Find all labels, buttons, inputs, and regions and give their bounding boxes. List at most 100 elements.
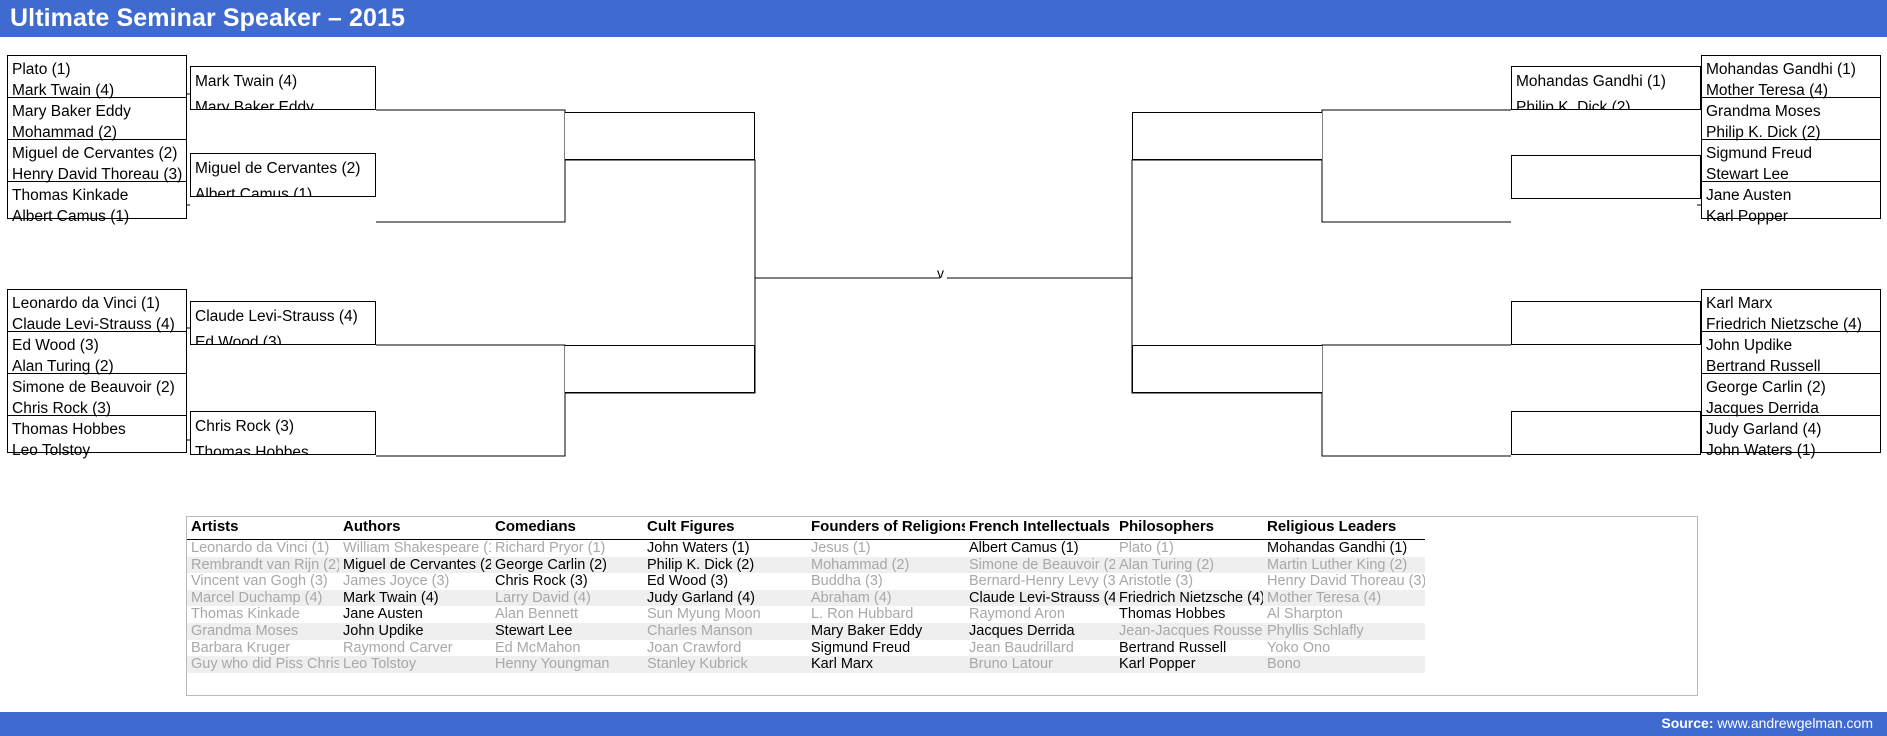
table-cell[interactable]: Larry David (4) bbox=[491, 589, 643, 607]
bracket-entry[interactable]: Miguel de Cervantes (2) bbox=[12, 146, 177, 162]
table-cell[interactable]: Marcel Duchamp (4) bbox=[187, 589, 339, 607]
table-cell[interactable]: Ed McMahon bbox=[491, 639, 643, 657]
table-cell[interactable]: Mohandas Gandhi (1) bbox=[1263, 540, 1425, 557]
table-cell[interactable]: Phyllis Schlafly bbox=[1263, 622, 1425, 640]
table-cell[interactable]: Abraham (4) bbox=[807, 589, 965, 607]
table-cell[interactable]: Friedrich Nietzsche (4) bbox=[1115, 589, 1263, 607]
table-cell[interactable]: Richard Pryor (1) bbox=[491, 540, 643, 557]
bracket-entry[interactable]: Albert Camus (1) bbox=[12, 209, 129, 225]
table-cell[interactable]: John Waters (1) bbox=[643, 540, 807, 557]
table-cell[interactable]: Jean-Jacques Rousseau bbox=[1115, 622, 1263, 640]
bracket-entry[interactable]: Leo Tolstoy bbox=[12, 443, 90, 459]
bracket-entry[interactable]: Ed Wood (3) bbox=[195, 335, 282, 344]
table-cell[interactable]: Chris Rock (3) bbox=[491, 573, 643, 590]
table-cell[interactable]: Mohammad (2) bbox=[807, 556, 965, 574]
table-cell[interactable]: Stanley Kubrick bbox=[643, 656, 807, 673]
table-cell[interactable]: Leonardo da Vinci (1) bbox=[187, 540, 339, 557]
table-cell[interactable]: Judy Garland (4) bbox=[643, 589, 807, 607]
table-cell[interactable]: Thomas Kinkade bbox=[187, 606, 339, 623]
left-round2-match-4[interactable]: Chris Rock (3) Thomas Hobbes bbox=[190, 411, 376, 455]
table-cell[interactable]: Aristotle (3) bbox=[1115, 573, 1263, 590]
bracket-entry[interactable]: Thomas Hobbes bbox=[195, 445, 309, 454]
bracket-entry[interactable]: Plato (1) bbox=[12, 62, 71, 78]
table-cell[interactable]: Raymond Carver bbox=[339, 639, 491, 657]
right-round2-match-2[interactable] bbox=[1511, 155, 1701, 199]
table-cell[interactable]: Sun Myung Moon bbox=[643, 606, 807, 623]
bracket-entry[interactable]: Karl Marx bbox=[1706, 296, 1772, 312]
table-cell[interactable]: Jacques Derrida bbox=[965, 622, 1115, 640]
table-cell[interactable]: Miguel de Cervantes (2) bbox=[339, 556, 491, 574]
table-cell[interactable]: Alan Bennett bbox=[491, 606, 643, 623]
table-cell[interactable]: William Shakespeare (1) bbox=[339, 540, 491, 557]
bracket-entry[interactable]: Chris Rock (3) bbox=[195, 419, 294, 435]
table-cell[interactable]: Mark Twain (4) bbox=[339, 589, 491, 607]
table-cell[interactable]: Bono bbox=[1263, 656, 1425, 673]
bracket-entry[interactable]: Mohandas Gandhi (1) bbox=[1706, 62, 1856, 78]
table-cell[interactable]: Ed Wood (3) bbox=[643, 573, 807, 590]
bracket-entry[interactable]: Thomas Hobbes bbox=[12, 422, 126, 438]
table-cell[interactable]: Charles Manson bbox=[643, 622, 807, 640]
table-cell[interactable]: Rembrandt van Rijn (2) bbox=[187, 556, 339, 574]
bracket-entry[interactable]: Mark Twain (4) bbox=[195, 74, 297, 90]
bracket-entry[interactable]: Simone de Beauvoir (2) bbox=[12, 380, 175, 396]
table-cell[interactable]: Jane Austen bbox=[339, 606, 491, 623]
right-round2-match-1[interactable]: Mohandas Gandhi (1) Philip K. Dick (2) bbox=[1511, 66, 1701, 110]
table-cell[interactable]: George Carlin (2) bbox=[491, 556, 643, 574]
table-cell[interactable]: Jean Baudrillard bbox=[965, 639, 1115, 657]
table-cell[interactable]: Buddha (3) bbox=[807, 573, 965, 590]
table-cell[interactable]: Mother Teresa (4) bbox=[1263, 589, 1425, 607]
bracket-entry[interactable]: Miguel de Cervantes (2) bbox=[195, 161, 360, 177]
table-cell[interactable]: Guy who did Piss Christ bbox=[187, 656, 339, 673]
left-round3-match-2[interactable] bbox=[565, 345, 755, 393]
table-cell[interactable]: Martin Luther King (2) bbox=[1263, 556, 1425, 574]
bracket-entry[interactable]: Mohandas Gandhi (1) bbox=[1516, 74, 1666, 90]
bracket-entry[interactable]: Ed Wood (3) bbox=[12, 338, 99, 354]
table-cell[interactable]: John Updike bbox=[339, 622, 491, 640]
bracket-entry[interactable]: Albert Camus (1) bbox=[195, 187, 312, 196]
bracket-entry[interactable]: Judy Garland (4) bbox=[1706, 422, 1821, 438]
table-cell[interactable]: Bernard-Henry Levy (3) bbox=[965, 573, 1115, 590]
table-cell[interactable]: Simone de Beauvoir (2) bbox=[965, 556, 1115, 574]
table-cell[interactable]: Karl Popper bbox=[1115, 656, 1263, 673]
bracket-entry[interactable]: John Updike bbox=[1706, 338, 1792, 354]
bracket-entry[interactable]: John Waters (1) bbox=[1706, 443, 1816, 459]
bracket-entry[interactable]: Sigmund Freud bbox=[1706, 146, 1812, 162]
table-cell[interactable]: Raymond Aron bbox=[965, 606, 1115, 623]
table-cell[interactable]: Albert Camus (1) bbox=[965, 540, 1115, 557]
right-round2-match-3[interactable] bbox=[1511, 301, 1701, 345]
table-cell[interactable]: Stewart Lee bbox=[491, 622, 643, 640]
table-cell[interactable]: Karl Marx bbox=[807, 656, 965, 673]
left-round3-match-1[interactable] bbox=[565, 112, 755, 160]
bracket-entry[interactable]: Karl Popper bbox=[1706, 209, 1788, 225]
right-round3-match-2[interactable] bbox=[1132, 345, 1322, 393]
table-cell[interactable]: Yoko Ono bbox=[1263, 639, 1425, 657]
bracket-entry[interactable]: Thomas Kinkade bbox=[12, 188, 128, 204]
table-cell[interactable]: Vincent van Gogh (3) bbox=[187, 573, 339, 590]
table-cell[interactable]: Sigmund Freud bbox=[807, 639, 965, 657]
bracket-entry[interactable]: Mary Baker Eddy bbox=[12, 104, 131, 120]
table-cell[interactable]: Plato (1) bbox=[1115, 540, 1263, 557]
bracket-entry[interactable]: Claude Levi-Strauss (4) bbox=[195, 309, 358, 325]
right-round2-match-4[interactable] bbox=[1511, 411, 1701, 455]
right-round3-match-1[interactable] bbox=[1132, 112, 1322, 160]
left-round2-match-1[interactable]: Mark Twain (4) Mary Baker Eddy bbox=[190, 66, 376, 110]
bracket-entry[interactable]: Jane Austen bbox=[1706, 188, 1791, 204]
bracket-entry[interactable]: Mary Baker Eddy bbox=[195, 100, 314, 109]
table-cell[interactable]: Leo Tolstoy bbox=[339, 656, 491, 673]
table-cell[interactable]: Al Sharpton bbox=[1263, 606, 1425, 623]
bracket-entry[interactable]: Philip K. Dick (2) bbox=[1516, 100, 1631, 109]
table-cell[interactable]: Claude Levi-Strauss (4) bbox=[965, 589, 1115, 607]
bracket-entry[interactable]: George Carlin (2) bbox=[1706, 380, 1826, 396]
table-cell[interactable]: Barbara Kruger bbox=[187, 639, 339, 657]
table-cell[interactable]: Henny Youngman bbox=[491, 656, 643, 673]
table-cell[interactable]: Alan Turing (2) bbox=[1115, 556, 1263, 574]
left-round2-match-2[interactable]: Miguel de Cervantes (2) Albert Camus (1) bbox=[190, 153, 376, 197]
table-cell[interactable]: Bruno Latour bbox=[965, 656, 1115, 673]
table-cell[interactable]: James Joyce (3) bbox=[339, 573, 491, 590]
table-cell[interactable]: Grandma Moses bbox=[187, 622, 339, 640]
table-cell[interactable]: Henry David Thoreau (3) bbox=[1263, 573, 1425, 590]
bracket-entry[interactable]: Leonardo da Vinci (1) bbox=[12, 296, 160, 312]
table-cell[interactable]: Bertrand Russell bbox=[1115, 639, 1263, 657]
bracket-entry[interactable]: Grandma Moses bbox=[1706, 104, 1821, 120]
left-round2-match-3[interactable]: Claude Levi-Strauss (4) Ed Wood (3) bbox=[190, 301, 376, 345]
